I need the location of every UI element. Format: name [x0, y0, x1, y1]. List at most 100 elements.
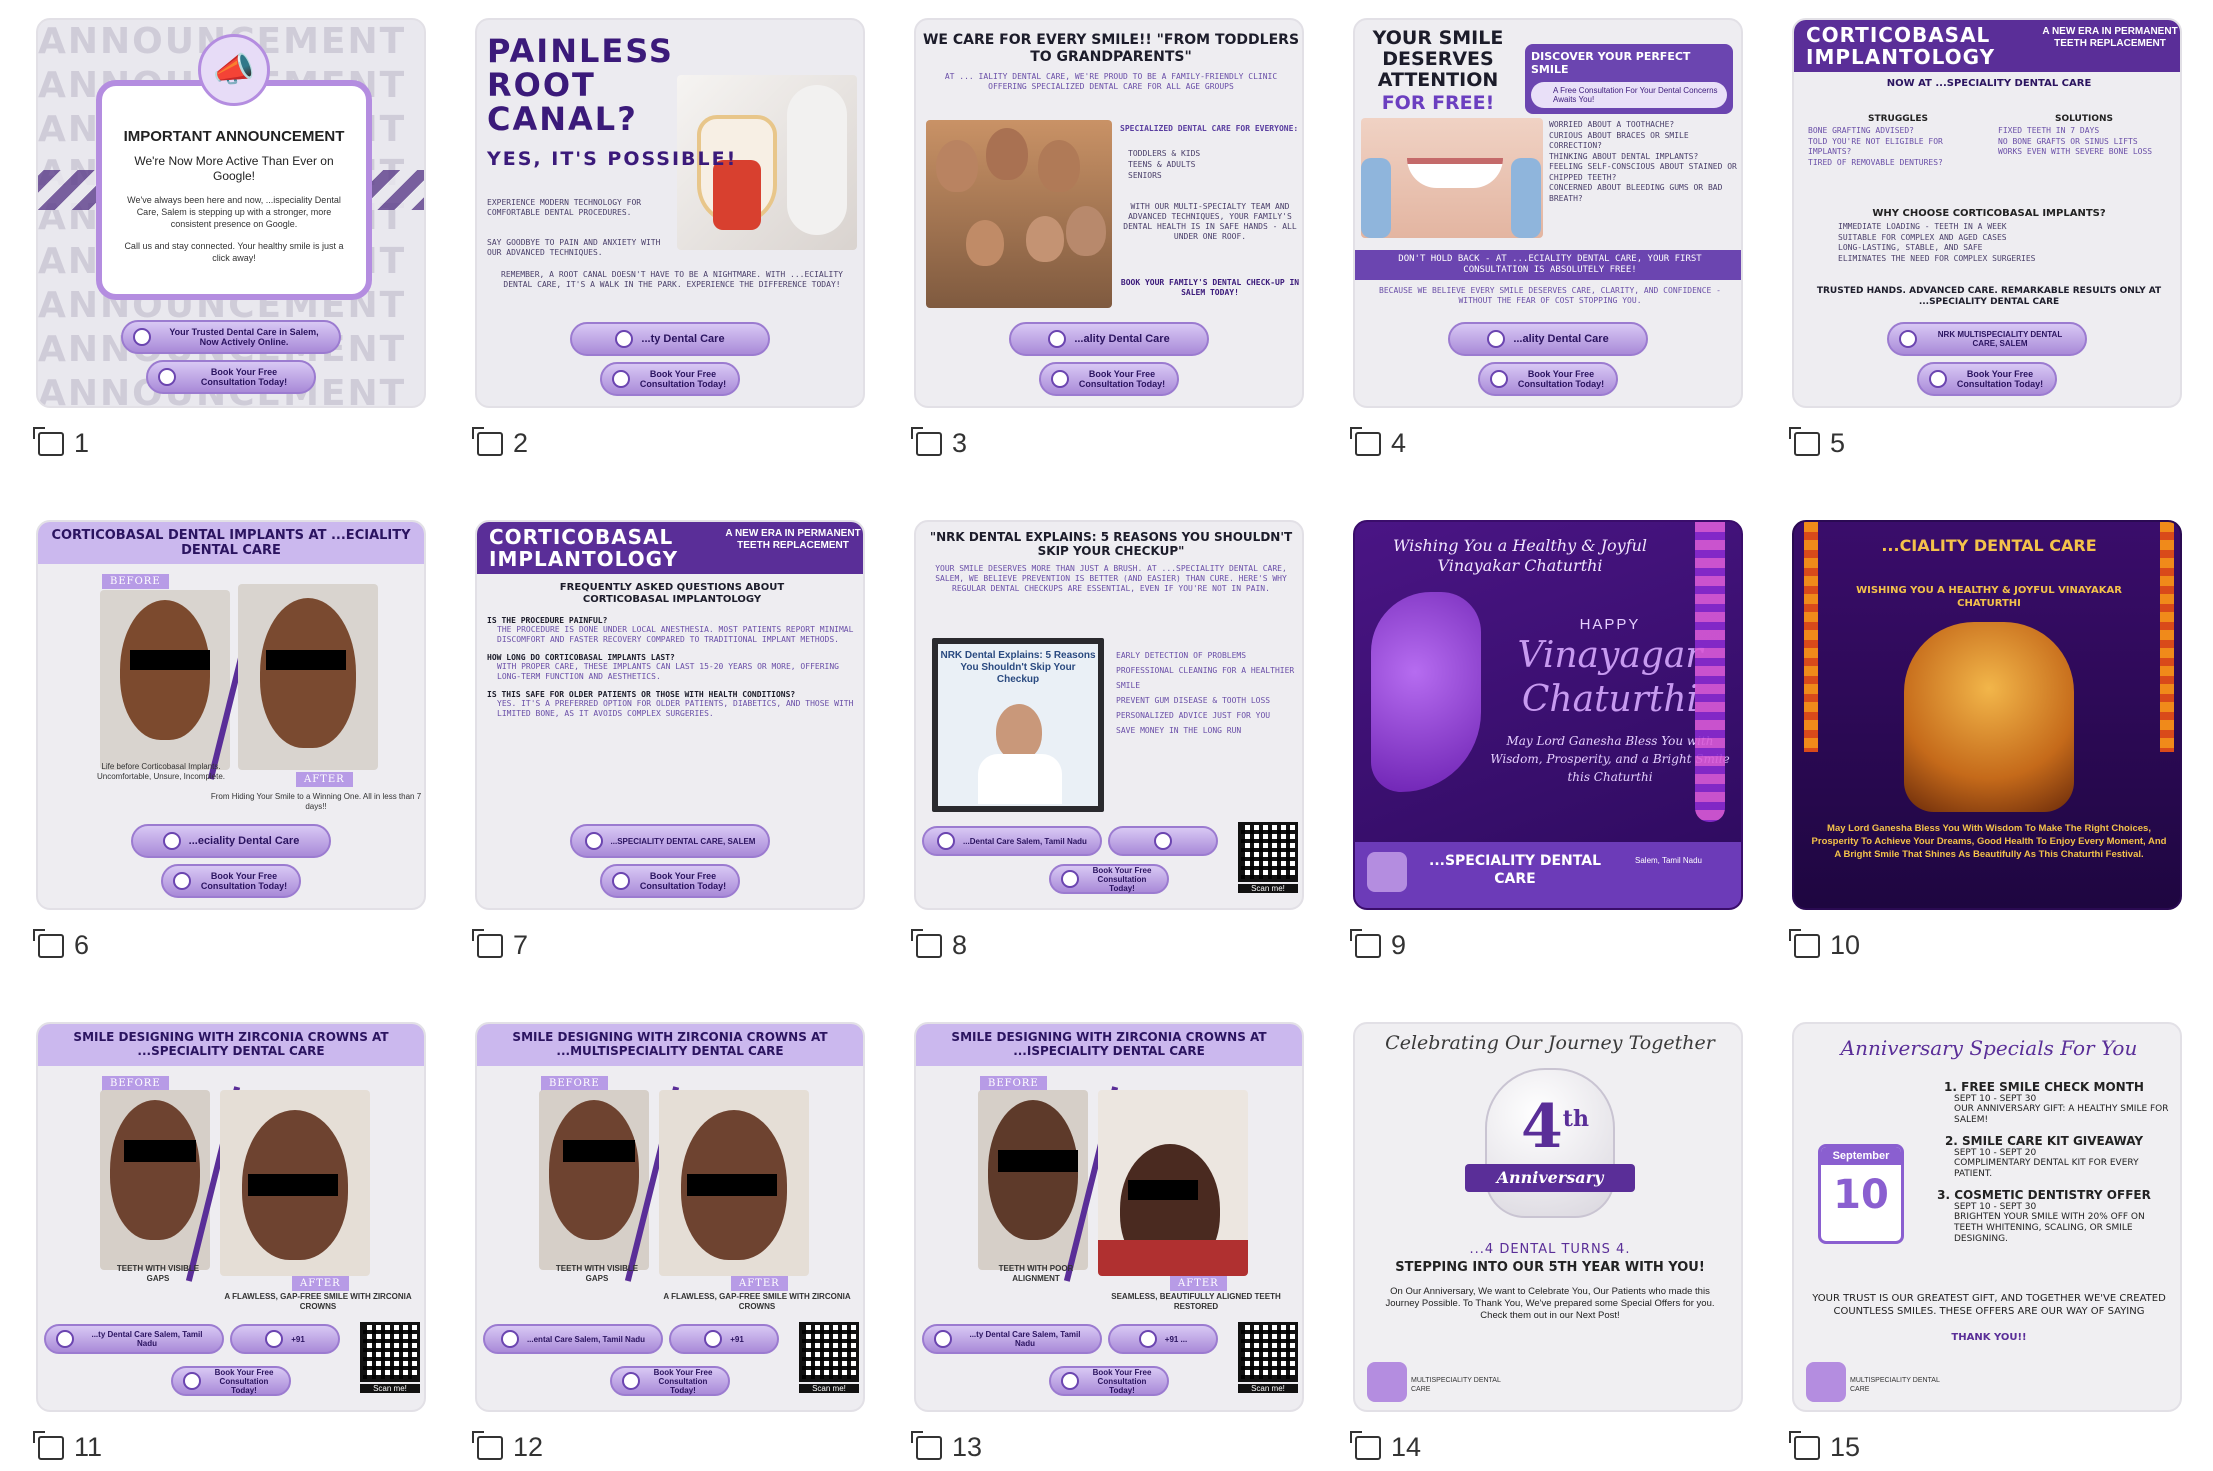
location-text: ...ty Dental Care	[641, 333, 725, 345]
location-pill[interactable]: ...SPECIALITY DENTAL CARE, SALEM	[570, 824, 770, 858]
privacy-bar	[124, 1140, 196, 1162]
location-pill[interactable]: ...ality Dental Care	[1009, 322, 1209, 356]
caption-number: 11	[74, 1432, 103, 1462]
list-item: FIXED TEETH IN 7 DAYS	[1998, 126, 2100, 135]
qr-label: Scan me!	[1238, 884, 1298, 893]
location-pill[interactable]: Your Trusted Dental Care in Salem, Now A…	[121, 320, 341, 354]
book-consultation-button[interactable]: Book Your Free Consultation Today!	[610, 1366, 730, 1396]
post-tile-8[interactable]: "NRK DENTAL EXPLAINS: 5 REASONS YOU SHOU…	[914, 520, 1304, 910]
tile-title: SMILE DESIGNING WITH ZIRCONIA CROWNS AT …	[38, 1024, 424, 1066]
location-pill[interactable]: ...ental Care Salem, Tamil Nadu	[483, 1324, 663, 1354]
list-item: THINKING ABOUT DENTAL IMPLANTS?	[1549, 151, 1699, 161]
struggles-list: BONE GRAFTING ADVISED? TOLD YOU'RE NOT E…	[1808, 126, 1988, 168]
list-item: BONE GRAFTING ADVISED?	[1808, 126, 1914, 135]
qr-code-icon[interactable]	[360, 1322, 420, 1382]
carousel-icon	[1350, 1430, 1381, 1460]
after-photo	[1098, 1090, 1248, 1276]
video-thumbnail[interactable]: NRK Dental Explains: 5 Reasons You Shoul…	[932, 638, 1104, 812]
post-tile-2[interactable]: PAINLESS ROOT CANAL? YES, IT'S POSSIBLE!…	[475, 18, 865, 408]
phone-pill[interactable]: +91	[230, 1324, 340, 1354]
phone-icon	[265, 1330, 284, 1348]
book-consultation-button[interactable]: Book Your Free Consultation Today!	[146, 360, 316, 394]
footer-band: ...SPECIALITY DENTAL CARE Salem, Tamil N…	[1355, 842, 1741, 908]
before-tag: BEFORE	[102, 574, 169, 589]
post-tile-1[interactable]: ANNOUNCEMENTANNOUNCEMENTANNOUNCEMENTANNO…	[36, 18, 426, 408]
post-tile-15[interactable]: Anniversary Specials For You September 1…	[1792, 1022, 2182, 1412]
patient-face	[120, 600, 210, 740]
qr-code-icon[interactable]	[799, 1322, 859, 1382]
book-consultation-button[interactable]: Book Your Free Consultation Today!	[1478, 362, 1618, 396]
location-text: ...Dental Care Salem, Tamil Nadu	[963, 836, 1087, 846]
post-tile-14[interactable]: Celebrating Our Journey Together 4th Ann…	[1353, 1022, 1743, 1412]
post-tile-13[interactable]: SMILE DESIGNING WITH ZIRCONIA CROWNS AT …	[914, 1022, 1304, 1412]
book-consultation-button[interactable]: Book Your Free Consultation Today!	[161, 864, 301, 898]
post-tile-4[interactable]: YOUR SMILE DESERVES ATTENTION FOR FREE! …	[1353, 18, 1743, 408]
patient-face	[260, 598, 356, 748]
book-consultation-button[interactable]: Book Your Free Consultation Today!	[600, 362, 740, 396]
book-label: Book Your Free Consultation Today!	[639, 871, 727, 891]
phone-text: +91	[291, 1334, 305, 1344]
post-tile-6[interactable]: CORTICOBASAL DENTAL IMPLANTS AT ...ECIAL…	[36, 520, 426, 910]
book-consultation-button[interactable]: Book Your Free Consultation Today!	[600, 864, 740, 898]
before-caption: TEETH WITH POOR ALIGNMENT	[998, 1264, 1074, 1283]
list-item: PREVENT GUM DISEASE & TOOTH LOSS	[1116, 696, 1271, 705]
location-text: ...ty Dental Care Salem, Tamil Nadu	[91, 1330, 203, 1348]
location-pill[interactable]: ...eciality Dental Care	[131, 824, 331, 858]
qr-code-icon[interactable]	[1238, 822, 1298, 882]
list-item: PERSONALIZED ADVICE JUST FOR YOU	[1116, 711, 1271, 720]
faq-answer: YES. IT'S A PREFERRED OPTION FOR OLDER P…	[497, 699, 854, 718]
book-consultation-button[interactable]: Book Your Free Consultation Today!	[1917, 362, 2057, 396]
phone-pill[interactable]: +91	[669, 1324, 779, 1354]
list-item: NO BONE GRAFTS OR SINUS LIFTS	[1998, 136, 2138, 146]
post-tile-5[interactable]: CORTICOBASAL IMPLANTOLOGY A NEW ERA IN P…	[1792, 18, 2182, 408]
post-tile-10[interactable]: ...CIALITY DENTAL CARE WISHING YOU A HEA…	[1792, 520, 2182, 910]
tile-title: YOUR SMILE DESERVES ATTENTION	[1372, 27, 1504, 91]
list-item: FEELING SELF-CONSCIOUS ABOUT STAINED OR …	[1549, 162, 1737, 182]
phone-icon	[1490, 370, 1508, 388]
book-consultation-button[interactable]: Book Your Free Consultation Today!	[171, 1366, 291, 1396]
location-pill[interactable]: ...ty Dental Care Salem, Tamil Nadu	[44, 1324, 224, 1354]
before-photo	[100, 1090, 210, 1270]
list-item: LONG-LASTING, STABLE, AND SAFE	[1838, 243, 1983, 252]
book-label: Book Your Free Consultation Today!	[1956, 369, 2044, 389]
privacy-bar	[563, 1140, 635, 1162]
location-pill[interactable]: NRK MULTISPECIALITY DENTAL CARE, SALEM	[1887, 322, 2087, 356]
caption-15: 15	[1789, 1430, 1860, 1463]
faq-question: IS THE PROCEDURE PAINFUL?	[487, 616, 608, 625]
trust-text: TRUSTED HANDS. ADVANCED CARE. REMARKABLE…	[1816, 286, 2162, 307]
faq-answer: THE PROCEDURE IS DONE UNDER LOCAL ANESTH…	[497, 625, 854, 644]
book-consultation-button[interactable]: Book Your Free Consultation Today!	[1049, 864, 1169, 894]
post-tile-9[interactable]: Wishing You a Healthy & Joyful Vinayakar…	[1353, 520, 1743, 910]
phone-pill[interactable]	[1108, 826, 1218, 856]
post-tile-7[interactable]: CORTICOBASAL IMPLANTOLOGY A NEW ERA IN P…	[475, 520, 865, 910]
after-photo	[238, 584, 378, 770]
tile-title: Anniversary Specials For You	[1840, 1036, 2138, 1060]
qr-code-icon[interactable]	[1238, 1322, 1298, 1382]
post-tile-12[interactable]: SMILE DESIGNING WITH ZIRCONIA CROWNS AT …	[475, 1022, 865, 1412]
caption-5: 5	[1789, 426, 1845, 459]
offer-detail: SEPT 10 - SEPT 30	[1954, 1094, 2037, 1104]
red-garment	[1098, 1240, 1248, 1276]
after-tag: AFTER	[296, 772, 353, 787]
announcement-body: We've always been here and now, ...ispec…	[127, 195, 341, 229]
post-tile-3[interactable]: WE CARE FOR EVERY SMILE!! "FROM TODDLERS…	[914, 18, 1304, 408]
location-pill[interactable]: ...ality Dental Care	[1448, 322, 1648, 356]
phone-text: +91 ...	[1164, 1334, 1188, 1344]
location-pill[interactable]: ...ty Dental Care	[570, 322, 770, 356]
book-label: Book Your Free Consultation Today!	[653, 1367, 713, 1395]
reasons-list: EARLY DETECTION OF PROBLEMS PROFESSIONAL…	[1116, 648, 1296, 738]
tile-title: WE CARE FOR EVERY SMILE!! "FROM TODDLERS…	[922, 32, 1300, 65]
book-consultation-button[interactable]: Book Your Free Consultation Today!	[1039, 362, 1179, 396]
location-pill[interactable]: ...Dental Care Salem, Tamil Nadu	[922, 826, 1102, 856]
megaphone-icon: 📣	[198, 34, 270, 106]
caption-number: 7	[513, 930, 529, 960]
patient-face	[549, 1100, 639, 1240]
faq-question: IS THIS SAFE FOR OLDER PATIENTS OR THOSE…	[487, 690, 796, 699]
location-pill[interactable]: ...ty Dental Care Salem, Tamil Nadu	[922, 1324, 1102, 1354]
post-tile-11[interactable]: SMILE DESIGNING WITH ZIRCONIA CROWNS AT …	[36, 1022, 426, 1412]
book-consultation-button[interactable]: Book Your Free Consultation Today!	[1049, 1366, 1169, 1396]
after-caption: SEAMLESS, BEAUTIFULLY ALIGNED TEETH REST…	[1111, 1292, 1281, 1311]
turns-four-text: ...4 DENTAL TURNS 4.	[1469, 1242, 1631, 1257]
phone-pill[interactable]: +91 ...	[1108, 1324, 1218, 1354]
location-pin-icon	[584, 832, 603, 850]
